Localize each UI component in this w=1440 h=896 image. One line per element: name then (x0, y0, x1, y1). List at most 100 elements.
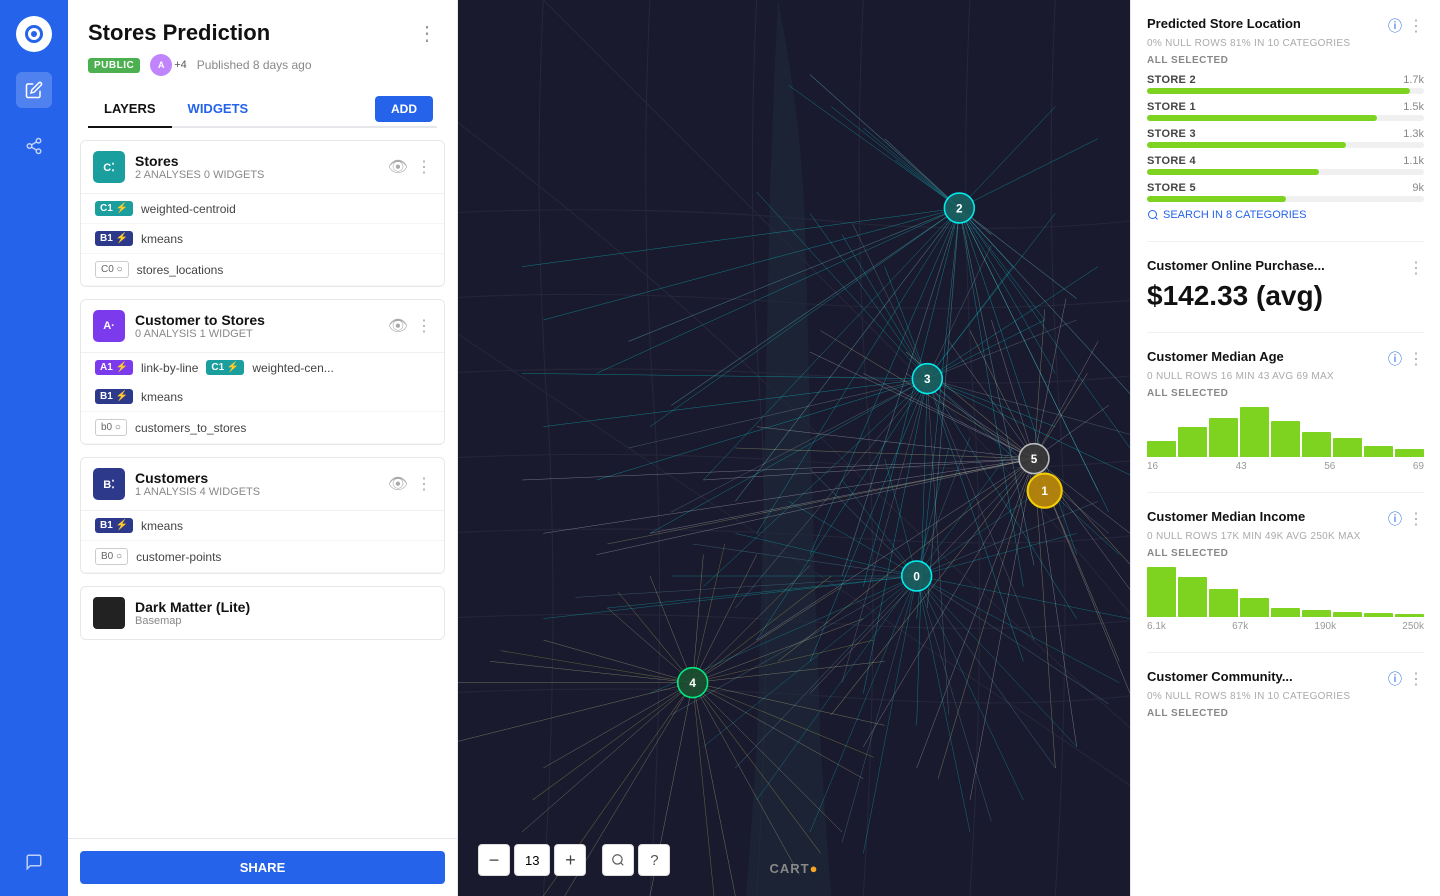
svg-text:0: 0 (913, 570, 920, 583)
analysis-badge-c1: C1 ⚡ (95, 201, 133, 216)
basemap-title: Dark Matter (Lite) (135, 599, 432, 615)
cat-label: STORE 2 (1147, 74, 1196, 86)
analysis-badge-b1-3: B1 ⚡ (95, 518, 133, 533)
histogram-income (1147, 567, 1424, 617)
nav-share-icon[interactable] (16, 128, 52, 164)
layer-menu-icon-customers[interactable]: ⋮ (416, 474, 432, 494)
svg-text:1: 1 (1041, 485, 1048, 498)
zoom-out-button[interactable]: − (478, 844, 510, 876)
widget-customer-median-age: Customer Median Age ⓘ ⋮ 0 NULL ROWS 16 M… (1147, 349, 1424, 472)
hist-bar (1302, 610, 1331, 618)
nav-chat-icon[interactable] (16, 844, 52, 880)
widget-title-community: Customer Community... (1147, 669, 1293, 684)
layer-visibility-icon-stores[interactable]: 👁 (388, 157, 408, 177)
hist-bar (1209, 589, 1238, 617)
divider (1147, 492, 1424, 493)
analysis-name: kmeans (141, 232, 183, 246)
basemap-header: Dark Matter (Lite) Basemap (81, 587, 444, 639)
analysis-badge-c0: C0 ○ (95, 261, 129, 278)
map-area[interactable]: 2 3 5 1 0 4 − 13 + ? CART● (458, 0, 1130, 896)
widget-menu-icon-purchase[interactable]: ⋮ (1408, 258, 1424, 278)
app-logo[interactable] (16, 16, 52, 52)
analysis-item: B1 ⚡ kmeans (81, 511, 444, 541)
widget-info-icon-predicted[interactable]: ⓘ (1388, 16, 1402, 36)
analysis-item: B1 ⚡ kmeans (81, 224, 444, 254)
panel-header: Stores Prediction ⋮ PUBLIC A +4 Publishe… (68, 0, 457, 128)
widget-stats-age: 0 NULL ROWS 16 MIN 43 AVG 69 MAX (1147, 371, 1424, 382)
zoom-in-button[interactable]: + (554, 844, 586, 876)
layer-icon-stores: C⁚ (93, 151, 125, 183)
analysis-badge-c1-2: C1 ⚡ (206, 360, 244, 375)
hist-bar (1333, 612, 1362, 617)
analysis-item: C1 ⚡ weighted-centroid (81, 194, 444, 224)
layer-visibility-icon-customers[interactable]: 👁 (388, 474, 408, 494)
hist-bar (1271, 421, 1300, 457)
layer-title-customers: Customers (135, 470, 378, 486)
map-search-button[interactable] (602, 844, 634, 876)
hist-bar (1147, 567, 1176, 617)
widget-customer-community: Customer Community... ⓘ ⋮ 0% NULL ROWS 8… (1147, 669, 1424, 719)
analysis-name-2: weighted-cen... (252, 361, 333, 375)
add-button[interactable]: ADD (375, 96, 433, 122)
widget-menu-icon-community[interactable]: ⋮ (1408, 669, 1424, 689)
map-help-button[interactable]: ? (638, 844, 670, 876)
map-controls: − 13 + ? (478, 844, 670, 876)
widget-info-icon-income[interactable]: ⓘ (1388, 509, 1402, 529)
analysis-item: b0 ○ customers_to_stores (81, 412, 444, 444)
layer-visibility-icon-customer-to-stores[interactable]: 👁 (388, 316, 408, 336)
zoom-level: 13 (514, 844, 550, 876)
hist-bar (1395, 614, 1424, 617)
hist-bar (1364, 613, 1393, 617)
widget-selected-income: ALL SELECTED (1147, 548, 1424, 559)
title-menu-icon[interactable]: ⋮ (417, 21, 437, 46)
widget-stats-predicted: 0% NULL ROWS 81% IN 10 CATEGORIES (1147, 38, 1424, 49)
hist-bar (1333, 438, 1362, 458)
widget-menu-icon-age[interactable]: ⋮ (1408, 349, 1424, 369)
widget-info-icon-age[interactable]: ⓘ (1388, 349, 1402, 369)
widget-title-income: Customer Median Income (1147, 509, 1305, 524)
nav-edit-icon[interactable] (16, 72, 52, 108)
widget-menu-icon-income[interactable]: ⋮ (1408, 509, 1424, 529)
cat-label: STORE 4 (1147, 155, 1196, 167)
analysis-item: C0 ○ stores_locations (81, 254, 444, 286)
analysis-badge-a1: A1 ⚡ (95, 360, 133, 375)
widget-selected-community: ALL SELECTED (1147, 708, 1424, 719)
cat-label: STORE 5 (1147, 182, 1196, 194)
widget-customer-online-purchase: Customer Online Purchase... ⋮ $142.33 (a… (1147, 258, 1424, 312)
analysis-row-double: A1 ⚡ link-by-line C1 ⚡ weighted-cen... (81, 353, 444, 382)
histogram-age-labels: 16 43 56 69 (1147, 461, 1424, 472)
layer-title-stores: Stores (135, 153, 378, 169)
layer-header-customer-to-stores: A· Customer to Stores 0 ANALYSIS 1 WIDGE… (81, 300, 444, 352)
tab-widgets[interactable]: WIDGETS (172, 93, 265, 128)
category-bar-store2: STORE 2 1.7k (1147, 74, 1424, 94)
category-bar-store5: STORE 5 9k (1147, 182, 1424, 202)
nav-sidebar (0, 0, 68, 896)
hist-bar (1178, 427, 1207, 458)
widget-info-icon-community[interactable]: ⓘ (1388, 669, 1402, 689)
analysis-item: B1 ⚡ kmeans (81, 382, 444, 412)
layer-menu-icon-customer-to-stores[interactable]: ⋮ (416, 316, 432, 336)
hist-bar (1271, 608, 1300, 618)
histogram-age (1147, 407, 1424, 457)
analysis-items-stores: C1 ⚡ weighted-centroid B1 ⚡ kmeans C0 ○ … (81, 193, 444, 286)
hist-bar (1240, 407, 1269, 457)
svg-text:5: 5 (1031, 453, 1038, 466)
basemap-card: Dark Matter (Lite) Basemap (80, 586, 445, 640)
widget-title-predicted: Predicted Store Location (1147, 16, 1301, 31)
widget-stats-community: 0% NULL ROWS 81% IN 10 CATEGORIES (1147, 691, 1424, 702)
layer-menu-icon-stores[interactable]: ⋮ (416, 157, 432, 177)
layer-icon-customers: B⁚ (93, 468, 125, 500)
search-categories-button[interactable]: SEARCH IN 8 CATEGORIES (1147, 209, 1424, 221)
analysis-name: link-by-line (141, 361, 198, 375)
tab-layers[interactable]: LAYERS (88, 93, 172, 128)
widget-title-purchase: Customer Online Purchase... (1147, 258, 1325, 273)
analysis-items-customers: B1 ⚡ kmeans B0 ○ customer-points (81, 510, 444, 573)
divider (1147, 332, 1424, 333)
svg-text:2: 2 (956, 202, 963, 215)
share-button[interactable]: SHARE (80, 851, 445, 884)
analysis-badge-b0: b0 ○ (95, 419, 127, 436)
left-panel: Stores Prediction ⋮ PUBLIC A +4 Publishe… (68, 0, 458, 896)
divider (1147, 652, 1424, 653)
category-bar-store4: STORE 4 1.1k (1147, 155, 1424, 175)
widget-menu-icon-predicted[interactable]: ⋮ (1408, 16, 1424, 36)
